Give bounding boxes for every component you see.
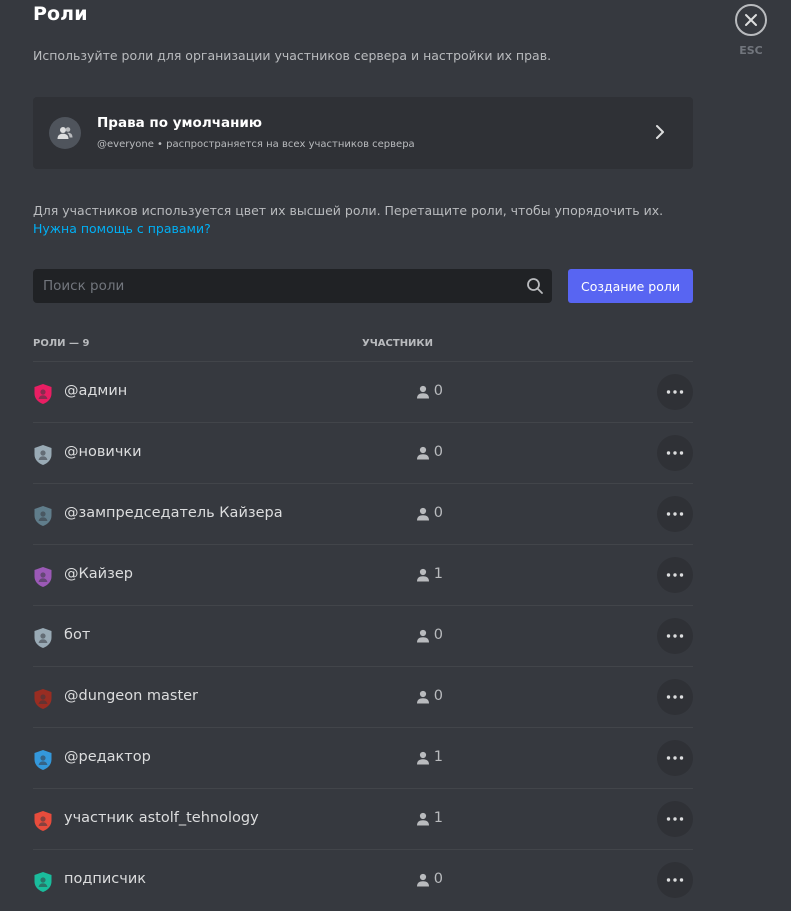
more-horizontal-icon [666,878,684,882]
shield-icon [34,567,52,587]
role-search-input[interactable] [33,269,503,303]
shield-icon [34,689,52,709]
close-button[interactable] [735,4,767,36]
role-more-button[interactable] [657,740,693,776]
person-icon [417,385,429,399]
shield-icon [34,872,52,892]
close-icon [745,14,757,26]
role-row[interactable]: бот 0 [33,605,693,666]
role-row[interactable]: @зампредседатель Кайзера 0 [33,483,693,544]
shield-icon [34,750,52,770]
role-row[interactable]: @редактор 1 [33,727,693,788]
role-name: @новички [64,444,142,460]
person-icon [417,446,429,460]
role-name: @dungeon master [64,688,199,704]
person-icon [417,873,429,887]
roles-column-header: РОЛИ — 9 [33,338,90,349]
role-more-button[interactable] [657,618,693,654]
default-permissions-card[interactable]: Права по умолчанию @everyone • распростр… [33,97,693,169]
roles-info: Для участников используется цвет их высш… [33,202,673,238]
person-icon [417,507,429,521]
role-more-button[interactable] [657,679,693,715]
shield-icon [34,628,52,648]
shield-icon [34,811,52,831]
roles-list: @админ 0 @новички 0 @зампредседатель Кай… [33,361,693,910]
person-icon [417,568,429,582]
role-more-button[interactable] [657,557,693,593]
members-icon [49,117,81,149]
shield-icon [34,384,52,404]
role-more-button[interactable] [657,862,693,898]
role-name: @Кайзер [64,566,133,582]
role-more-button[interactable] [657,435,693,471]
more-horizontal-icon [666,573,684,577]
more-horizontal-icon [666,817,684,821]
create-role-button[interactable]: Создание роли [568,269,693,303]
person-icon [417,629,429,643]
role-row[interactable]: участник astolf_tehnology 1 [33,788,693,849]
chevron-right-icon [656,125,664,139]
roles-settings-page: Роли Используйте роли для организации уч… [0,0,791,911]
role-more-button[interactable] [657,801,693,837]
permissions-help-link[interactable]: Нужна помощь с правами? [33,221,211,236]
role-row[interactable]: @Кайзер 1 [33,544,693,605]
esc-label: ESC [739,44,763,57]
more-horizontal-icon [666,390,684,394]
close-control: ESC [733,4,769,57]
role-name: @зампредседатель Кайзера [64,505,283,521]
more-horizontal-icon [666,451,684,455]
page-subtitle: Используйте роли для организации участни… [33,48,552,63]
role-search [33,269,552,303]
page-title: Роли [33,3,88,25]
roles-info-text: Для участников используется цвет их высш… [33,203,664,218]
role-row[interactable]: @админ 0 [33,361,693,422]
members-column-header: УЧАСТНИКИ [362,338,433,349]
more-horizontal-icon [666,695,684,699]
shield-icon [34,445,52,465]
more-horizontal-icon [666,756,684,760]
shield-icon [34,506,52,526]
role-name: бот [64,627,91,643]
default-permissions-subtitle: @everyone • распространяется на всех уча… [97,139,415,150]
role-more-button[interactable] [657,374,693,410]
person-icon [417,812,429,826]
role-row[interactable]: @новички 0 [33,422,693,483]
role-more-button[interactable] [657,496,693,532]
more-horizontal-icon [666,512,684,516]
person-icon [417,751,429,765]
role-name: @редактор [64,749,151,765]
role-name: подписчик [64,871,147,887]
role-row[interactable]: @dungeon master 0 [33,666,693,727]
role-name: участник astolf_tehnology [64,810,259,826]
default-permissions-title: Права по умолчанию [97,115,263,131]
person-icon [417,690,429,704]
role-row[interactable]: подписчик 0 [33,849,693,910]
search-icon[interactable] [526,277,544,295]
more-horizontal-icon [666,634,684,638]
role-name: @админ [64,383,128,399]
